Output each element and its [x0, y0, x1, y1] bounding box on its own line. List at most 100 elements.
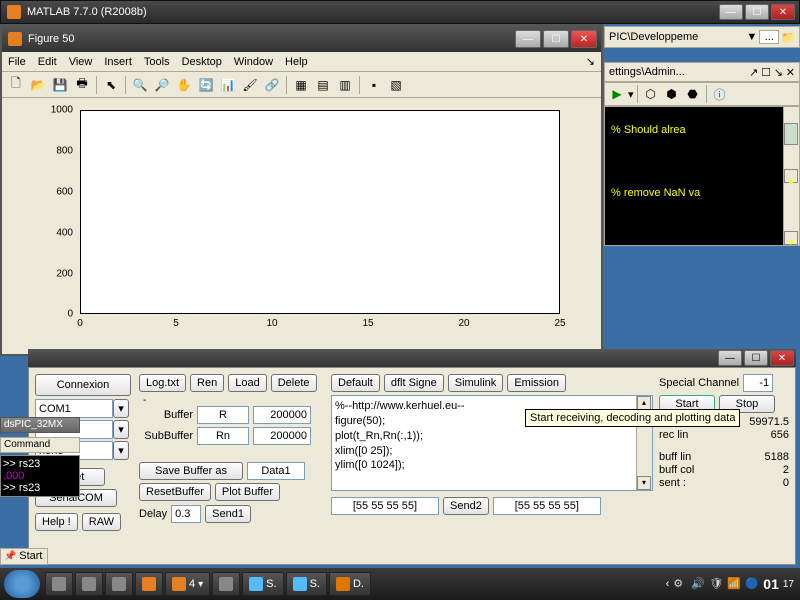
show-icon[interactable]: ▧	[386, 75, 406, 95]
minimize-button[interactable]: —	[719, 4, 743, 20]
command-window-title[interactable]: Command	[0, 437, 80, 453]
parity-dropdown-icon[interactable]: ▾	[113, 441, 129, 460]
script-scroll-down-icon[interactable]: ▾	[637, 476, 651, 490]
baud-dropdown-icon[interactable]: ▾	[113, 420, 129, 439]
axes[interactable]	[80, 110, 560, 314]
editor-code[interactable]: % Should alrea % remove NaN va ▲ ▼	[604, 106, 800, 246]
menu-insert[interactable]: Insert	[104, 56, 132, 68]
scroll-down-icon[interactable]: ▼	[784, 231, 798, 245]
close-button[interactable]: ✕	[771, 4, 795, 20]
com-select[interactable]	[35, 399, 113, 418]
brush-icon[interactable]: 🖌	[240, 75, 260, 95]
menu-window[interactable]: Window	[234, 56, 273, 68]
zoom-in-icon[interactable]: 🔍	[130, 75, 150, 95]
ed-bp-icon[interactable]: ⬡	[641, 84, 661, 104]
start-tab[interactable]: 📌 Start	[0, 548, 48, 565]
gui-maximize-button[interactable]: ☐	[744, 350, 768, 366]
ed-max-icon[interactable]: ☐	[761, 66, 771, 79]
task-item[interactable]: 4▾	[165, 572, 210, 596]
dspic-titlebar[interactable]: dsPIC_32MX	[0, 417, 80, 433]
task-item[interactable]	[45, 572, 73, 596]
folder-up-icon[interactable]: 📁	[781, 31, 795, 44]
legend-icon[interactable]: ▤	[313, 75, 333, 95]
task-item[interactable]	[135, 572, 163, 596]
gui-close-button[interactable]: ✕	[770, 350, 794, 366]
new-icon[interactable]: 🗋	[6, 75, 26, 95]
logtxt-button[interactable]: Log.txt	[139, 374, 186, 392]
task-item[interactable]	[105, 572, 133, 596]
simulink-button[interactable]: Simulink	[448, 374, 504, 392]
annotate-icon[interactable]: ▥	[335, 75, 355, 95]
gui-titlebar[interactable]: — ☐ ✕	[28, 349, 796, 367]
com-dropdown-icon[interactable]: ▾	[113, 399, 129, 418]
default-button[interactable]: Default	[331, 374, 380, 392]
send1-value-input[interactable]	[331, 497, 439, 515]
subbuffer-rn-input[interactable]	[197, 427, 249, 445]
load-button[interactable]: Load	[228, 374, 266, 392]
menu-close-icon[interactable]: ↘	[586, 55, 595, 68]
ed-dropdown-icon[interactable]: ▾	[628, 88, 634, 101]
special-channel-input[interactable]	[743, 374, 773, 392]
ed-run-icon[interactable]: ▶	[607, 84, 627, 104]
gui-minimize-button[interactable]: —	[718, 350, 742, 366]
task-item[interactable]: S.	[242, 572, 283, 596]
clock-hour[interactable]: 01	[763, 576, 779, 592]
print-icon[interactable]: 🖶	[72, 75, 92, 95]
open-icon[interactable]: 📂	[28, 75, 48, 95]
ed-bp2-icon[interactable]: ⬢	[662, 84, 682, 104]
figure-titlebar[interactable]: Figure 50 — ☐ ✕	[2, 26, 601, 52]
link-icon[interactable]: 🔗	[262, 75, 282, 95]
task-item[interactable]	[75, 572, 103, 596]
start-button[interactable]	[4, 570, 40, 598]
plot-buffer-button[interactable]: Plot Buffer	[215, 483, 280, 501]
tray-icon[interactable]: ⚙	[673, 577, 687, 591]
buffer-r-size-input[interactable]	[253, 406, 311, 424]
raw-button[interactable]: RAW	[82, 513, 121, 531]
tray-icon[interactable]: 🛡	[709, 577, 723, 591]
script-scroll-up-icon[interactable]: ▴	[637, 396, 651, 410]
task-item[interactable]	[212, 572, 240, 596]
tray-icon[interactable]: 🔊	[691, 577, 705, 591]
editor-scrollbar[interactable]: ▲ ▼	[783, 107, 799, 245]
menu-help[interactable]: Help	[285, 56, 308, 68]
pan-icon[interactable]: ✋	[174, 75, 194, 95]
emission-button[interactable]: Emission	[507, 374, 566, 392]
zoom-out-icon[interactable]: 🔎	[152, 75, 172, 95]
ren-button[interactable]: Ren	[190, 374, 224, 392]
tray-icon[interactable]: 📶	[727, 577, 741, 591]
delay-input[interactable]	[171, 505, 201, 523]
save-buffer-button[interactable]: Save Buffer as	[139, 462, 243, 480]
tray-icon[interactable]: 🔵	[745, 577, 759, 591]
send2-value-input[interactable]	[493, 497, 601, 515]
menu-tools[interactable]: Tools	[144, 56, 170, 68]
task-item[interactable]: S.	[286, 572, 327, 596]
command-window[interactable]: >> rs23 .000 >> rs23	[0, 455, 80, 497]
task-item[interactable]: D.	[329, 572, 371, 596]
datacursor-icon[interactable]: 📊	[218, 75, 238, 95]
dflt-signe-button[interactable]: dflt Signe	[384, 374, 444, 392]
ed-undock-icon[interactable]: ↘	[774, 66, 783, 79]
fig-minimize-button[interactable]: —	[515, 30, 541, 48]
buffer-r-input[interactable]	[197, 406, 249, 424]
send1-button[interactable]: Send1	[205, 505, 251, 523]
reset-buffer-button[interactable]: ResetBuffer	[139, 483, 211, 501]
menu-edit[interactable]: Edit	[38, 56, 57, 68]
tray-arrow-icon[interactable]: ‹	[666, 578, 670, 590]
path-dropdown-icon[interactable]: ▼	[746, 31, 757, 43]
fig-close-button[interactable]: ✕	[571, 30, 597, 48]
colorbar-icon[interactable]: ▦	[291, 75, 311, 95]
scroll-up-icon[interactable]: ▲	[784, 169, 798, 183]
connexion-button[interactable]: Connexion	[35, 374, 131, 396]
delete-button[interactable]: Delete	[271, 374, 317, 392]
ed-close-icon[interactable]: ✕	[786, 66, 795, 79]
send2-button[interactable]: Send2	[443, 497, 489, 515]
rotate-icon[interactable]: 🔄	[196, 75, 216, 95]
path-browse-button[interactable]: ...	[759, 30, 779, 44]
data1-input[interactable]	[247, 462, 305, 480]
menu-desktop[interactable]: Desktop	[182, 56, 222, 68]
ed-bp3-icon[interactable]: ⬣	[683, 84, 703, 104]
ed-info-icon[interactable]: ⓘ	[710, 84, 730, 104]
menu-file[interactable]: File	[8, 56, 26, 68]
fig-maximize-button[interactable]: ☐	[543, 30, 569, 48]
subbuffer-rn-size-input[interactable]	[253, 427, 311, 445]
